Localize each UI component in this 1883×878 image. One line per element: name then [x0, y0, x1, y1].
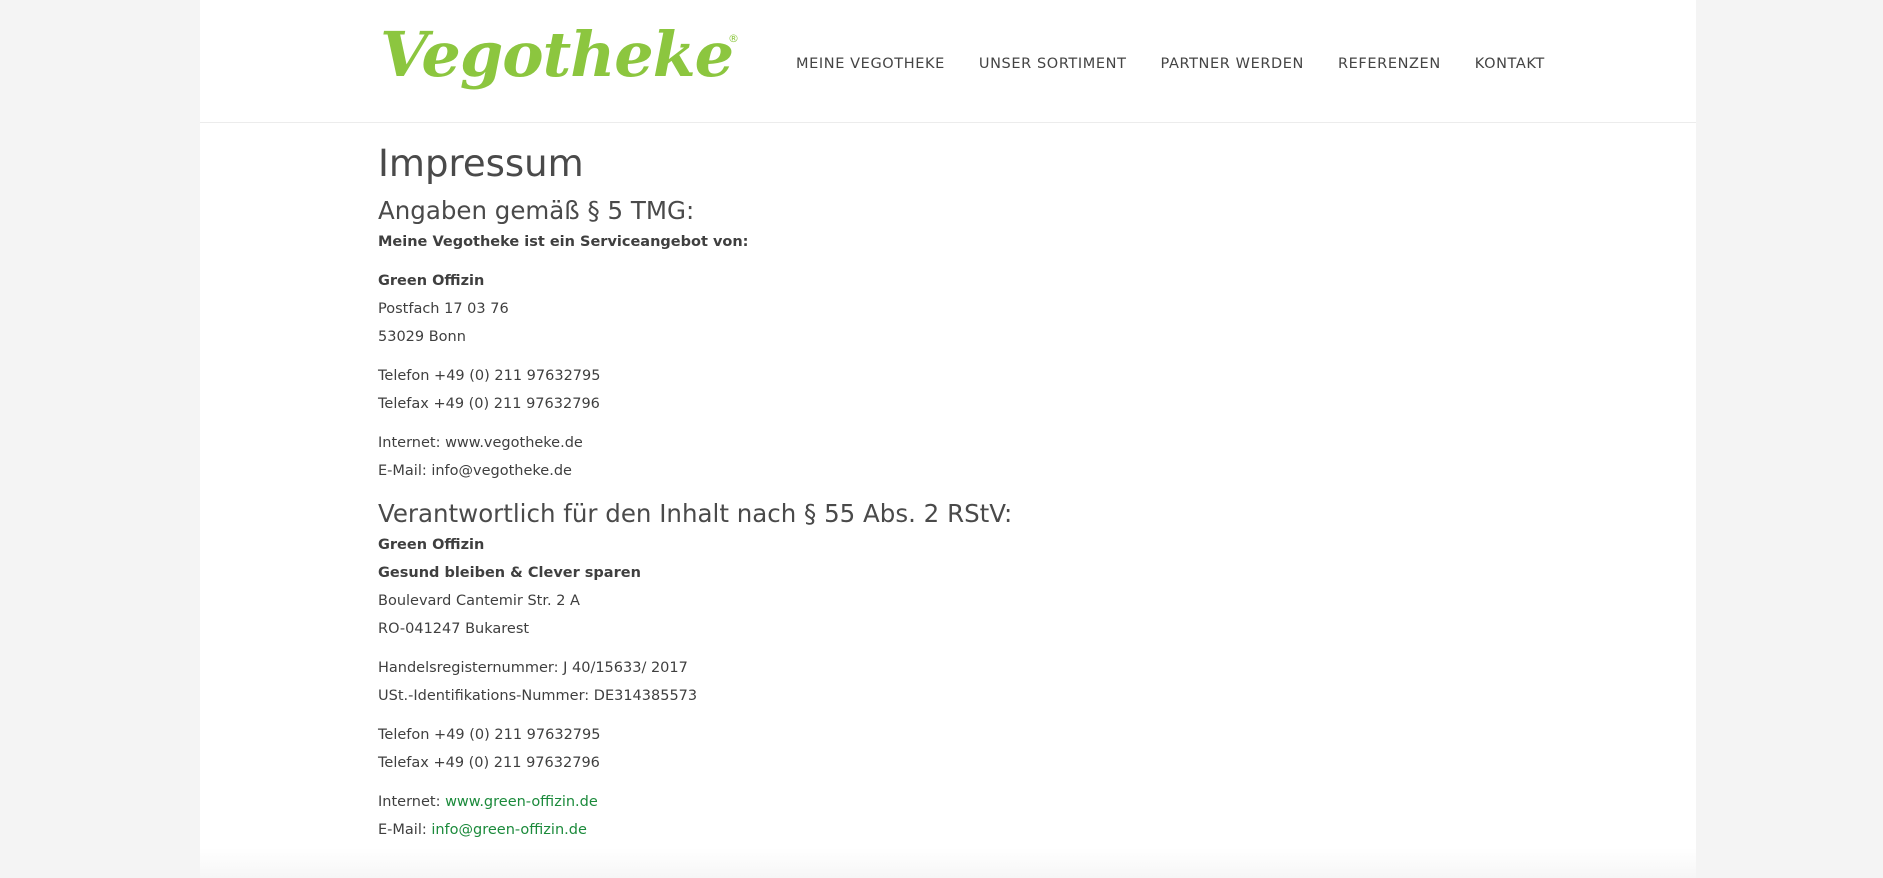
internet-text: Internet: www.vegotheke.de	[378, 435, 583, 451]
phone-text: Telefon +49 (0) 211 97632795	[378, 368, 601, 384]
company-name: Green Offizin	[378, 537, 485, 553]
bottom-fade	[200, 848, 1696, 878]
site-header: Vegotheke ® MEINE VEGOTHEKE UNSER SORTIM…	[200, 0, 1696, 123]
internet-label: Internet:	[378, 794, 446, 810]
internet-line: Internet: www.green-offizin.de	[378, 788, 1478, 816]
vegotheke-logo[interactable]: Vegotheke ®	[376, 16, 752, 96]
registered-mark: ®	[728, 32, 739, 45]
email-link[interactable]: info@green-offizin.de	[431, 822, 587, 838]
vegotheke-logo-image: Vegotheke ®	[380, 18, 739, 91]
email-label: E-Mail:	[378, 822, 432, 838]
register-number: Handelsregisternummer: J 40/15633/ 2017	[378, 660, 688, 676]
main-navigation: MEINE VEGOTHEKE UNSER SORTIMENT PARTNER …	[796, 56, 1545, 72]
fax-text: Telefax +49 (0) 211 97632796	[378, 755, 600, 771]
nav-unser-sortiment[interactable]: UNSER SORTIMENT	[979, 56, 1127, 72]
main-content: Impressum Angaben gemäß § 5 TMG: Meine V…	[378, 140, 1478, 844]
service-intro: Meine Vegotheke ist ein Serviceangebot v…	[378, 234, 749, 250]
nav-kontakt[interactable]: KONTAKT	[1475, 56, 1545, 72]
company-slogan: Gesund bleiben & Clever sparen	[378, 565, 641, 581]
address-line: Boulevard Cantemir Str. 2 A	[378, 593, 580, 609]
company-name: Green Offizin	[378, 273, 485, 289]
email-text: E-Mail: info@vegotheke.de	[378, 463, 572, 479]
vat-number: USt.-Identifikations-Nummer: DE314385573	[378, 688, 698, 704]
logo-wordmark: Vegotheke	[380, 18, 733, 91]
email-line: E-Mail: info@green-offizin.de	[378, 816, 1478, 844]
website-link[interactable]: www.green-offizin.de	[445, 794, 598, 810]
phone-text: Telefon +49 (0) 211 97632795	[378, 727, 601, 743]
page-title: Impressum	[378, 142, 584, 185]
address-line: 53029 Bonn	[378, 329, 466, 345]
nav-meine-vegotheke[interactable]: MEINE VEGOTHEKE	[796, 56, 945, 72]
nav-referenzen[interactable]: REFERENZEN	[1338, 56, 1441, 72]
page-container: Vegotheke ® MEINE VEGOTHEKE UNSER SORTIM…	[200, 0, 1696, 878]
section-heading-rstv: Verantwortlich für den Inhalt nach § 55 …	[378, 499, 1013, 528]
nav-partner-werden[interactable]: PARTNER WERDEN	[1161, 56, 1304, 72]
address-line: RO-041247 Bukarest	[378, 621, 530, 637]
fax-text: Telefax +49 (0) 211 97632796	[378, 396, 600, 412]
section-heading-tmg: Angaben gemäß § 5 TMG:	[378, 196, 695, 225]
address-line: Postfach 17 03 76	[378, 301, 509, 317]
